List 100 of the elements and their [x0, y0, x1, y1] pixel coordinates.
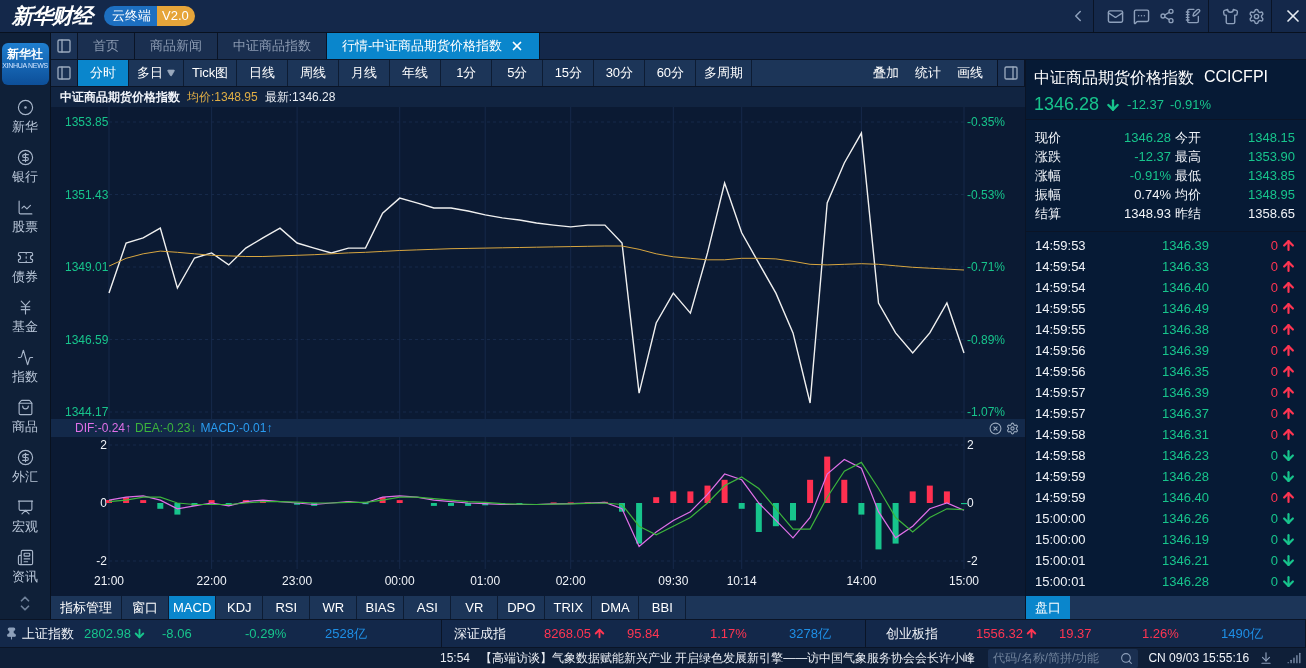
axis-label: 0 — [100, 496, 107, 510]
tick-volume: 0 — [1269, 469, 1278, 484]
tick-price: 1346.26 — [1161, 511, 1209, 526]
tick-price: 1346.19 — [1161, 532, 1209, 547]
stat-label: 昨结 — [1174, 204, 1202, 223]
quote-change: -12.37 — [1127, 97, 1164, 112]
tick-volume: 0 — [1269, 448, 1278, 463]
tick-volume: 0 — [1269, 259, 1278, 274]
tick-price: 1346.40 — [1161, 280, 1209, 295]
index-turnover: 1490亿 — [1221, 624, 1264, 643]
last-price: 最新:1346.28 — [264, 88, 336, 106]
tick-price: 1346.39 — [1161, 238, 1209, 253]
axis-label: 14:00 — [846, 574, 877, 588]
tick-volume: 0 — [1269, 364, 1278, 379]
stat-value: 1348.93 — [1123, 206, 1172, 221]
axis-label: 10:14 — [726, 574, 757, 588]
quote-price: 1346.28 — [1034, 94, 1100, 115]
index-percent: 1.17% — [710, 626, 748, 641]
tick-time: 14:59:54 — [1035, 259, 1087, 274]
indicator-value: DEA:-0.23↓ — [135, 421, 197, 435]
tick-time: 14:59:56 — [1035, 343, 1087, 358]
news-time: 15:54 — [440, 651, 471, 665]
stat-value: 1343.85 — [1247, 168, 1296, 183]
stat-label: 涨跌 — [1034, 147, 1062, 166]
tick-volume: 0 — [1269, 511, 1278, 526]
stat-label: 涨幅 — [1034, 166, 1062, 185]
axis-label: 2 — [967, 438, 974, 452]
tick-volume: 0 — [1269, 532, 1278, 547]
tick-volume: 0 — [1269, 385, 1278, 400]
quote-percent: -0.91% — [1169, 97, 1212, 112]
index-percent: 1.26% — [1142, 626, 1180, 641]
stat-value: -0.91% — [1128, 168, 1172, 183]
index-name: 中证商品期货价格指数 — [60, 88, 180, 106]
tick-volume: 0 — [1269, 553, 1278, 568]
tick-time: 15:00:00 — [1035, 532, 1087, 547]
stat-value: 0.74% — [1133, 187, 1172, 202]
tick-time: 14:59:57 — [1035, 385, 1087, 400]
index-turnover: 2528亿 — [325, 624, 368, 643]
axis-label: 2 — [100, 438, 107, 452]
tick-time: 14:59:59 — [1035, 490, 1087, 505]
tick-time: 14:59:54 — [1035, 280, 1087, 295]
index-change: -8.06 — [162, 626, 193, 641]
edition-badge: 云终端 — [104, 6, 157, 26]
tick-time: 14:59:59 — [1035, 469, 1087, 484]
tick-price: 1346.31 — [1161, 427, 1209, 442]
logo-text: 新华社 — [7, 47, 43, 61]
axis-label: 0 — [967, 496, 974, 510]
index-change: 95.84 — [627, 626, 661, 641]
axis-label: 1344.17 — [65, 405, 109, 419]
tick-time: 15:00:01 — [1035, 574, 1087, 589]
tick-volume: 0 — [1269, 343, 1278, 358]
axis-label: 01:00 — [470, 574, 501, 588]
stat-value: 1348.15 — [1247, 130, 1296, 145]
stat-label: 现价 — [1034, 128, 1062, 147]
tick-price: 1346.37 — [1161, 406, 1209, 421]
tick-volume: 0 — [1269, 322, 1278, 337]
indicator-value: MACD:-0.01↑ — [200, 421, 273, 435]
index-turnover: 3278亿 — [789, 624, 832, 643]
tick-price: 1346.40 — [1161, 490, 1209, 505]
axis-label: 21:00 — [94, 574, 124, 588]
tick-time: 14:59:58 — [1035, 427, 1087, 442]
axis-label: -0.89% — [967, 332, 1006, 347]
tick-volume: 0 — [1269, 238, 1278, 253]
axis-label: 23:00 — [282, 574, 313, 588]
tick-volume: 0 — [1269, 280, 1278, 295]
index-change: 19.37 — [1059, 626, 1093, 641]
stat-label: 最低 — [1174, 166, 1202, 185]
axis-label: 1349.01 — [65, 260, 109, 274]
index-value: 2802.98 — [84, 626, 162, 641]
tick-time: 14:59:55 — [1035, 322, 1087, 337]
tick-volume: 0 — [1269, 406, 1278, 421]
index-value: 8268.05 — [544, 626, 627, 641]
tick-price: 1346.39 — [1161, 385, 1209, 400]
tick-price: 1346.49 — [1161, 301, 1209, 316]
tick-time: 15:00:00 — [1035, 511, 1087, 526]
axis-label: 02:00 — [555, 574, 586, 588]
tick-price: 1346.21 — [1161, 553, 1209, 568]
axis-label: 1346.59 — [65, 332, 109, 347]
stat-value: -12.37 — [1133, 149, 1172, 164]
axis-label: 09:30 — [658, 574, 689, 588]
tick-price: 1346.33 — [1161, 259, 1209, 274]
tick-time: 15:00:01 — [1035, 553, 1087, 568]
tick-price: 1346.28 — [1161, 469, 1209, 484]
tick-time: 14:59:57 — [1035, 406, 1087, 421]
tick-time: 14:59:53 — [1035, 238, 1087, 253]
indicator-value: DIF:-0.24↑ — [75, 421, 131, 435]
stat-value: 1348.95 — [1247, 187, 1296, 202]
tick-volume: 0 — [1269, 490, 1278, 505]
tick-price: 1346.35 — [1161, 364, 1209, 379]
average-price: 均价:1348.95 — [187, 88, 258, 106]
tick-time: 14:59:55 — [1035, 301, 1087, 316]
clock: CN 09/03 15:55:16 — [1148, 651, 1250, 665]
axis-label: 15:00 — [949, 574, 979, 588]
axis-label: -0.71% — [967, 260, 1006, 274]
axis-label: 1351.43 — [65, 187, 109, 202]
stat-value: 1358.65 — [1247, 206, 1296, 221]
stat-label: 最高 — [1174, 147, 1202, 166]
axis-label: 1353.85 — [65, 115, 109, 129]
stat-label: 均价 — [1174, 185, 1202, 204]
stat-value: 1346.28 — [1123, 130, 1172, 145]
